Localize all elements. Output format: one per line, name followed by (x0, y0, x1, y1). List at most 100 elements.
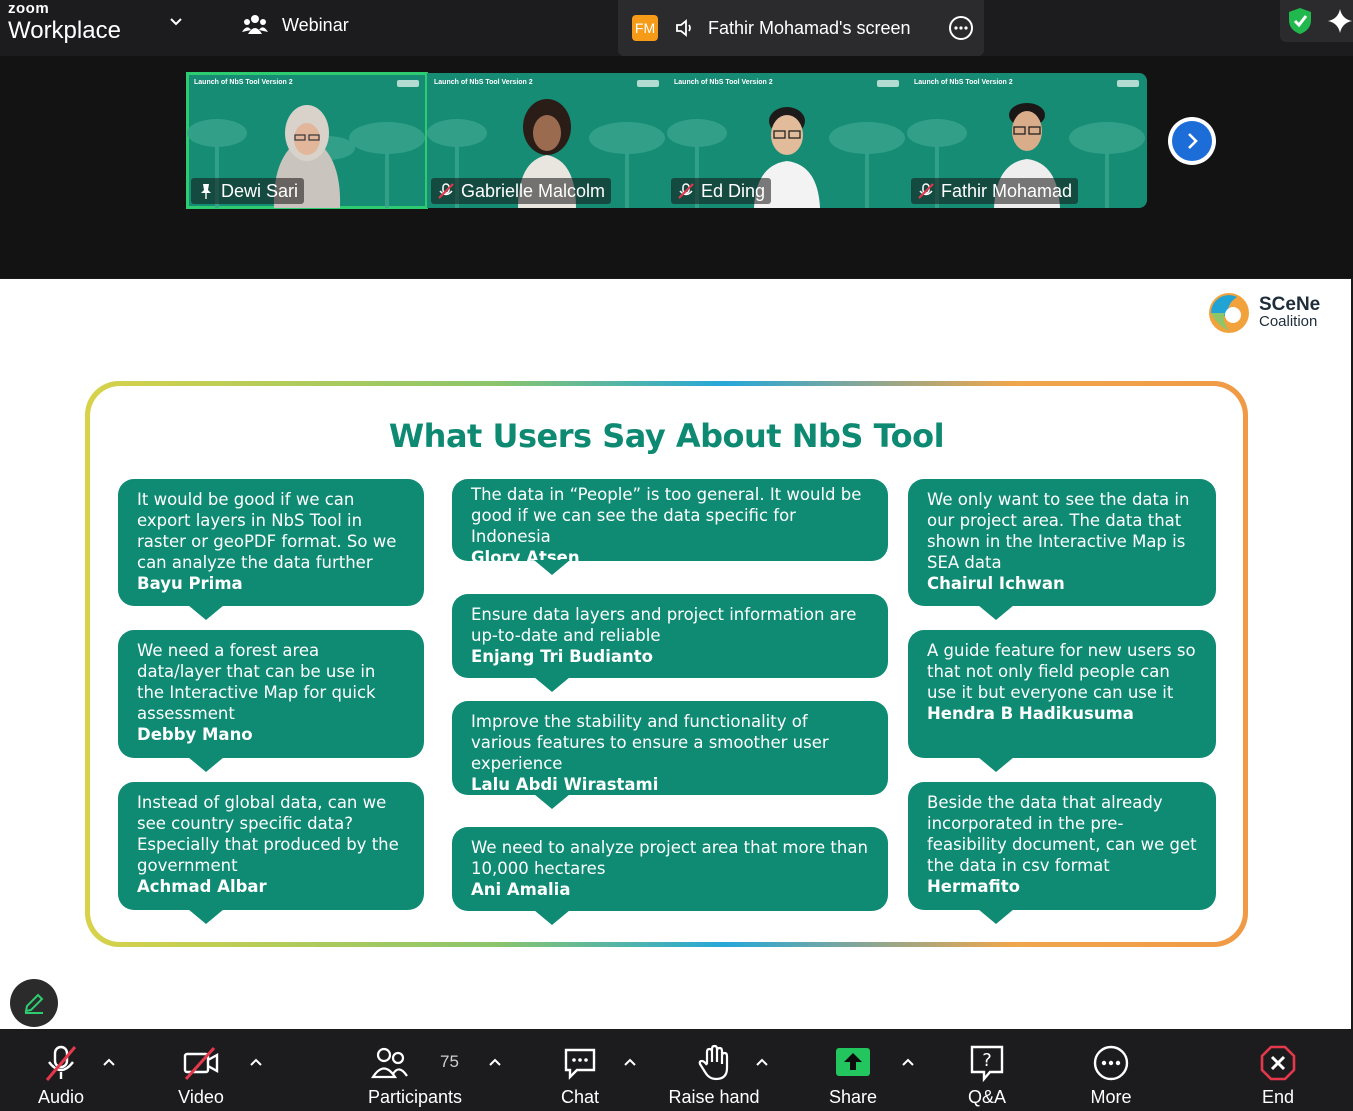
participants-options-caret-icon[interactable] (488, 1055, 502, 1069)
quote-bubble: We need to analyze project area that mor… (452, 827, 888, 925)
sparkle-icon[interactable] (1326, 7, 1353, 34)
quote-bubble: It would be good if we can export layers… (118, 479, 424, 620)
quote-text: A guide feature for new users so that no… (927, 641, 1196, 702)
participants-group-icon (242, 15, 268, 34)
quote-bubble: The data in “People” is too general. It … (452, 479, 888, 575)
participant-name: Gabrielle Malcolm (461, 180, 606, 201)
video-button[interactable]: Video (170, 1030, 232, 1111)
quote-author: Hermafito (927, 877, 1020, 896)
raise-hand-icon (698, 1044, 729, 1081)
quote-text: Beside the data that already incorporate… (927, 793, 1197, 875)
mic-muted-icon (438, 183, 454, 199)
quote-bubble: Instead of global data, can we see count… (118, 782, 424, 924)
brand-workplace: Workplace (8, 17, 121, 44)
quote-text: We only want to see the data in our proj… (927, 490, 1190, 572)
chat-icon (564, 1048, 596, 1080)
video-label: Video (178, 1087, 224, 1107)
mic-muted-icon (678, 183, 694, 199)
audio-button[interactable]: Audio (30, 1030, 92, 1111)
quote-author: Hendra B Hadikusuma (927, 704, 1134, 723)
tile-slide-title: Launch of NbS Tool Version 2 (914, 79, 1013, 86)
next-page-button[interactable] (1168, 117, 1216, 165)
screen-share-indicator[interactable]: FM Fathir Mohamad's screen (618, 0, 984, 56)
end-label: End (1261, 1087, 1295, 1107)
quote-bubble: We need a forest area data/layer that ca… (118, 630, 424, 772)
svg-text:?: ? (982, 1050, 992, 1071)
quote-text: The data in “People” is too general. It … (471, 485, 862, 546)
share-label: Share (828, 1087, 878, 1107)
slide-title: What Users Say About NbS Tool (388, 417, 945, 455)
quote-bubble: Beside the data that already incorporate… (908, 782, 1216, 924)
mic-muted-icon (45, 1045, 77, 1081)
audio-label: Audio (37, 1087, 85, 1107)
raise-hand-button[interactable]: Raise hand (664, 1030, 764, 1111)
webinar-indicator[interactable]: Webinar (242, 12, 349, 38)
end-meeting-icon (1260, 1045, 1296, 1081)
video-off-icon (183, 1046, 219, 1081)
video-tile-ed-ding[interactable]: Launch of NbS Tool Version 2 Ed Ding (667, 73, 907, 208)
chat-label: Chat (560, 1087, 600, 1107)
annotate-pen-button[interactable] (10, 979, 58, 1027)
quote-author: Lalu Abdi Wirastami (471, 775, 659, 794)
participant-name: Dewi Sari (221, 180, 299, 201)
scene-logo-mark (1209, 293, 1249, 333)
tile-logo (637, 80, 659, 87)
quote-text: Ensure data layers and project informati… (471, 605, 857, 645)
brand-zoom: zoom (8, 0, 50, 17)
share-button[interactable]: Share (822, 1030, 884, 1111)
participants-count: 75 (440, 1052, 459, 1071)
quote-author: Ani Amalia (471, 880, 571, 899)
quote-text: We need a forest area data/layer that ca… (137, 641, 376, 723)
chat-button[interactable]: Chat (550, 1030, 610, 1111)
quote-author: Glory Atsen (471, 548, 580, 567)
quote-text: Instead of global data, can we see count… (137, 793, 399, 875)
quote-bubble: Ensure data layers and project informati… (452, 594, 888, 692)
more-label: More (1090, 1087, 1132, 1107)
share-screen-icon (836, 1048, 870, 1076)
tile-slide-title: Launch of NbS Tool Version 2 (434, 79, 533, 86)
quote-author: Debby Mano (137, 725, 253, 744)
pencil-icon (24, 993, 44, 1014)
tile-slide-title: Launch of NbS Tool Version 2 (674, 79, 773, 86)
quote-text: We need to analyze project area that mor… (471, 838, 868, 878)
tile-logo (397, 80, 419, 87)
pin-icon (201, 184, 211, 199)
shield-check-icon[interactable] (1287, 7, 1313, 35)
video-tile-fathir-mohamad[interactable]: Launch of NbS Tool Version 2 Fathir Moha… (907, 73, 1147, 208)
video-options-caret-icon[interactable] (249, 1055, 263, 1069)
slide-frame: What Users Say About NbS Tool It would b… (85, 381, 1248, 947)
video-tile-dewi-sari[interactable]: Launch of NbS Tool Version 2 Dewi Sari (186, 72, 428, 209)
participants-icon (371, 1047, 408, 1079)
quote-author: Bayu Prima (137, 574, 243, 593)
qa-label: Q&A (967, 1087, 1006, 1107)
mic-muted-icon (918, 183, 934, 199)
quote-author: Achmad Albar (137, 877, 267, 896)
top-bar: zoom Workplace Webinar FM Fathir Mohamad… (0, 0, 1353, 56)
quote-author: Chairul Ichwan (927, 574, 1065, 593)
screen-share-label: Fathir Mohamad's screen (708, 17, 911, 38)
audio-options-caret-icon[interactable] (102, 1055, 116, 1069)
quote-text: It would be good if we can export layers… (137, 490, 397, 572)
video-tile-gabrielle-malcolm[interactable]: Launch of NbS Tool Version 2 Gabrielle M… (427, 73, 667, 208)
quote-author: Enjang Tri Budianto (471, 647, 653, 666)
chevron-down-icon[interactable] (168, 14, 184, 30)
slide-content: What Users Say About NbS Tool It would b… (90, 386, 1243, 942)
raise-hand-label: Raise hand (668, 1087, 760, 1107)
quote-bubble: A guide feature for new users so that no… (908, 630, 1216, 772)
raise-hand-options-caret-icon[interactable] (755, 1055, 769, 1069)
more-icon (1093, 1045, 1129, 1081)
speaker-icon[interactable] (674, 17, 696, 39)
more-options-icon[interactable] (948, 15, 974, 41)
participant-name-tag: Dewi Sari (191, 178, 305, 204)
more-button[interactable]: More (1080, 1030, 1142, 1111)
participant-name: Ed Ding (701, 180, 766, 201)
tile-logo (1117, 80, 1139, 87)
participant-name-tag: Ed Ding (671, 178, 772, 204)
end-button[interactable]: End (1248, 1030, 1308, 1111)
quote-bubble: We only want to see the data in our proj… (908, 479, 1216, 620)
qa-button[interactable]: ? Q&A (958, 1030, 1016, 1111)
participants-label: Participants (367, 1087, 463, 1107)
chat-options-caret-icon[interactable] (623, 1055, 637, 1069)
participant-name-tag: Fathir Mohamad (911, 178, 1079, 204)
share-options-caret-icon[interactable] (901, 1055, 915, 1069)
